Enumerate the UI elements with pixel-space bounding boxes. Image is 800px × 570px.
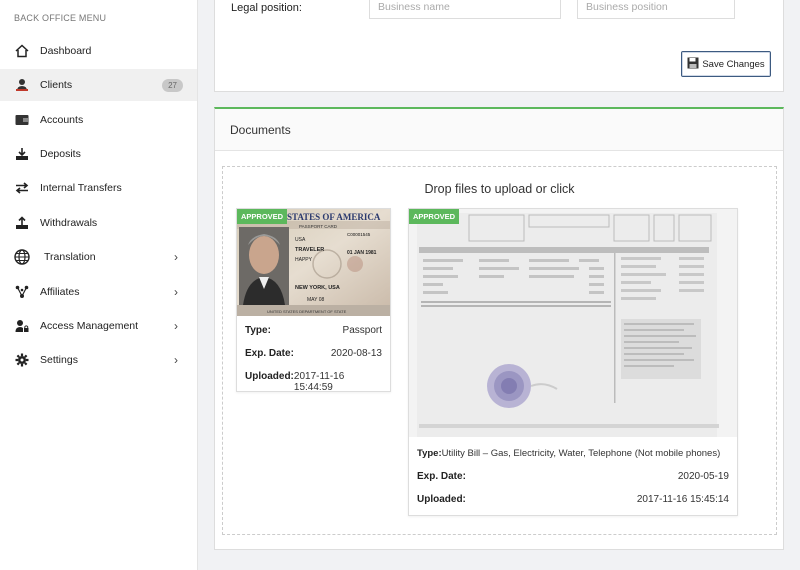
sidebar-item-label: Withdrawals [40, 217, 98, 229]
document-type-row: Type: Passport [245, 325, 382, 336]
sidebar-item-label: Accounts [40, 114, 84, 126]
menu-title: BACK OFFICE MENU [14, 13, 107, 23]
business-position-input[interactable]: Business position [577, 0, 735, 19]
dropzone-text: Drop files to upload or click [424, 182, 575, 196]
exp-date-value: 2020-08-13 [330, 348, 382, 359]
sidebar-item-label: Settings [40, 354, 78, 366]
sidebar-item-access-management[interactable]: Access Management › [0, 310, 197, 342]
uploaded-label: Uploaded: [417, 494, 466, 505]
sidebar-item-label: Dashboard [40, 45, 92, 57]
sidebar-item-label: Access Management [40, 320, 139, 332]
chevron-right-icon: › [174, 353, 178, 367]
transfer-arrows-icon [14, 180, 30, 196]
sidebar-item-label: Affiliates [40, 286, 80, 298]
type-value: Passport [342, 325, 382, 336]
type-value: Utility Bill – Gas, Electricity, Water, … [441, 448, 721, 459]
passport-number-text: C00001545 [347, 232, 371, 237]
sidebar-item-label: Deposits [40, 148, 81, 160]
type-label: Type: [417, 448, 442, 459]
document-type-row: Type:Utility Bill – Gas, Electricity, Wa… [417, 448, 729, 459]
document-card-passport[interactable]: APPROVED STATES OF AMERICA PASSPORT CARD… [236, 208, 391, 393]
uploaded-value: 2017-11-16 15:44:59 [293, 371, 345, 393]
approved-badge: APPROVED [409, 209, 460, 224]
document-uploaded-row: Uploaded: 2017-11-16 15:45:14 [417, 494, 729, 505]
passport-header-text: STATES OF AMERICA [287, 212, 381, 222]
sidebar-item-translation[interactable]: Translation › [0, 241, 197, 273]
passport-nat-text: USA [295, 237, 306, 243]
sidebar-item-label: Translation [44, 251, 96, 263]
legal-position-card: Legal position: Business name Business p… [214, 0, 784, 92]
passport-sub-text: PASSPORT CARD [299, 224, 338, 229]
user-icon [14, 77, 30, 93]
exp-date-value: 2020-05-19 [677, 471, 729, 482]
save-changes-label: Save Changes [702, 58, 765, 70]
passport-surname-text: TRAVELER [295, 247, 324, 253]
wallet-icon [14, 112, 30, 128]
chevron-right-icon: › [174, 285, 178, 299]
utility-bill-thumbnail[interactable] [409, 209, 737, 437]
document-uploaded-row: Uploaded: 2017-11-16 15:44:59 [245, 371, 382, 393]
download-tray-icon [14, 146, 30, 162]
sidebar: BACK OFFICE MENU Dashboard Clients 27 Ac… [0, 0, 198, 570]
globe-icon [14, 249, 30, 265]
file-dropzone[interactable]: Drop files to upload or click APPROVED S… [222, 166, 777, 535]
gear-icon [14, 352, 30, 368]
sidebar-item-withdrawals[interactable]: Withdrawals [0, 207, 197, 239]
passport-exp-text: MAY 08 [307, 297, 325, 303]
passport-dob-text: 01 JAN 1981 [347, 250, 377, 256]
documents-card: Documents Drop files to upload or click … [214, 107, 784, 550]
network-icon [14, 284, 30, 300]
sidebar-item-internal-transfers[interactable]: Internal Transfers [0, 172, 197, 204]
uploaded-label: Uploaded: [245, 371, 294, 382]
approved-badge: APPROVED [237, 209, 288, 224]
sidebar-item-deposits[interactable]: Deposits [0, 138, 197, 170]
sidebar-item-label: Internal Transfers [40, 182, 122, 194]
passport-card-thumbnail[interactable]: STATES OF AMERICA PASSPORT CARD C0000154… [237, 209, 390, 316]
home-icon [14, 43, 30, 59]
sidebar-item-dashboard[interactable]: Dashboard [0, 35, 197, 67]
uploaded-value: 2017-11-16 15:45:14 [636, 494, 729, 505]
legal-position-label: Legal position: [231, 2, 302, 14]
document-exp-row: Exp. Date: 2020-05-19 [417, 471, 729, 482]
sidebar-item-label: Clients [40, 79, 73, 91]
user-lock-icon [14, 318, 30, 334]
sidebar-item-accounts[interactable]: Accounts [0, 104, 197, 136]
upload-tray-icon [14, 215, 30, 231]
passport-place-text: NEW YORK, USA [295, 285, 340, 291]
documents-title: Documents [215, 109, 783, 151]
floppy-disk-icon [687, 57, 699, 72]
sidebar-item-clients[interactable]: Clients 27 [0, 69, 197, 101]
sidebar-item-settings[interactable]: Settings › [0, 344, 197, 376]
chevron-right-icon: › [174, 319, 178, 333]
business-name-input[interactable]: Business name [369, 0, 561, 19]
save-changes-button[interactable]: Save Changes [681, 51, 771, 77]
passport-given-text: HAPPY [295, 257, 313, 263]
exp-date-label: Exp. Date: [245, 348, 294, 359]
passport-footer-text: UNITED STATES DEPARTMENT OF STATE [267, 309, 347, 314]
sidebar-item-affiliates[interactable]: Affiliates › [0, 276, 197, 308]
document-exp-row: Exp. Date: 2020-08-13 [245, 348, 382, 359]
clients-count-badge: 27 [162, 78, 183, 92]
document-card-utility-bill[interactable]: APPROVED Type:Utility Bill – Gas, Electr… [408, 208, 738, 516]
chevron-right-icon: › [174, 250, 178, 264]
exp-date-label: Exp. Date: [417, 471, 466, 482]
type-label: Type: [245, 325, 271, 336]
type-row-text: Type:Utility Bill – Gas, Electricity, Wa… [417, 448, 720, 459]
